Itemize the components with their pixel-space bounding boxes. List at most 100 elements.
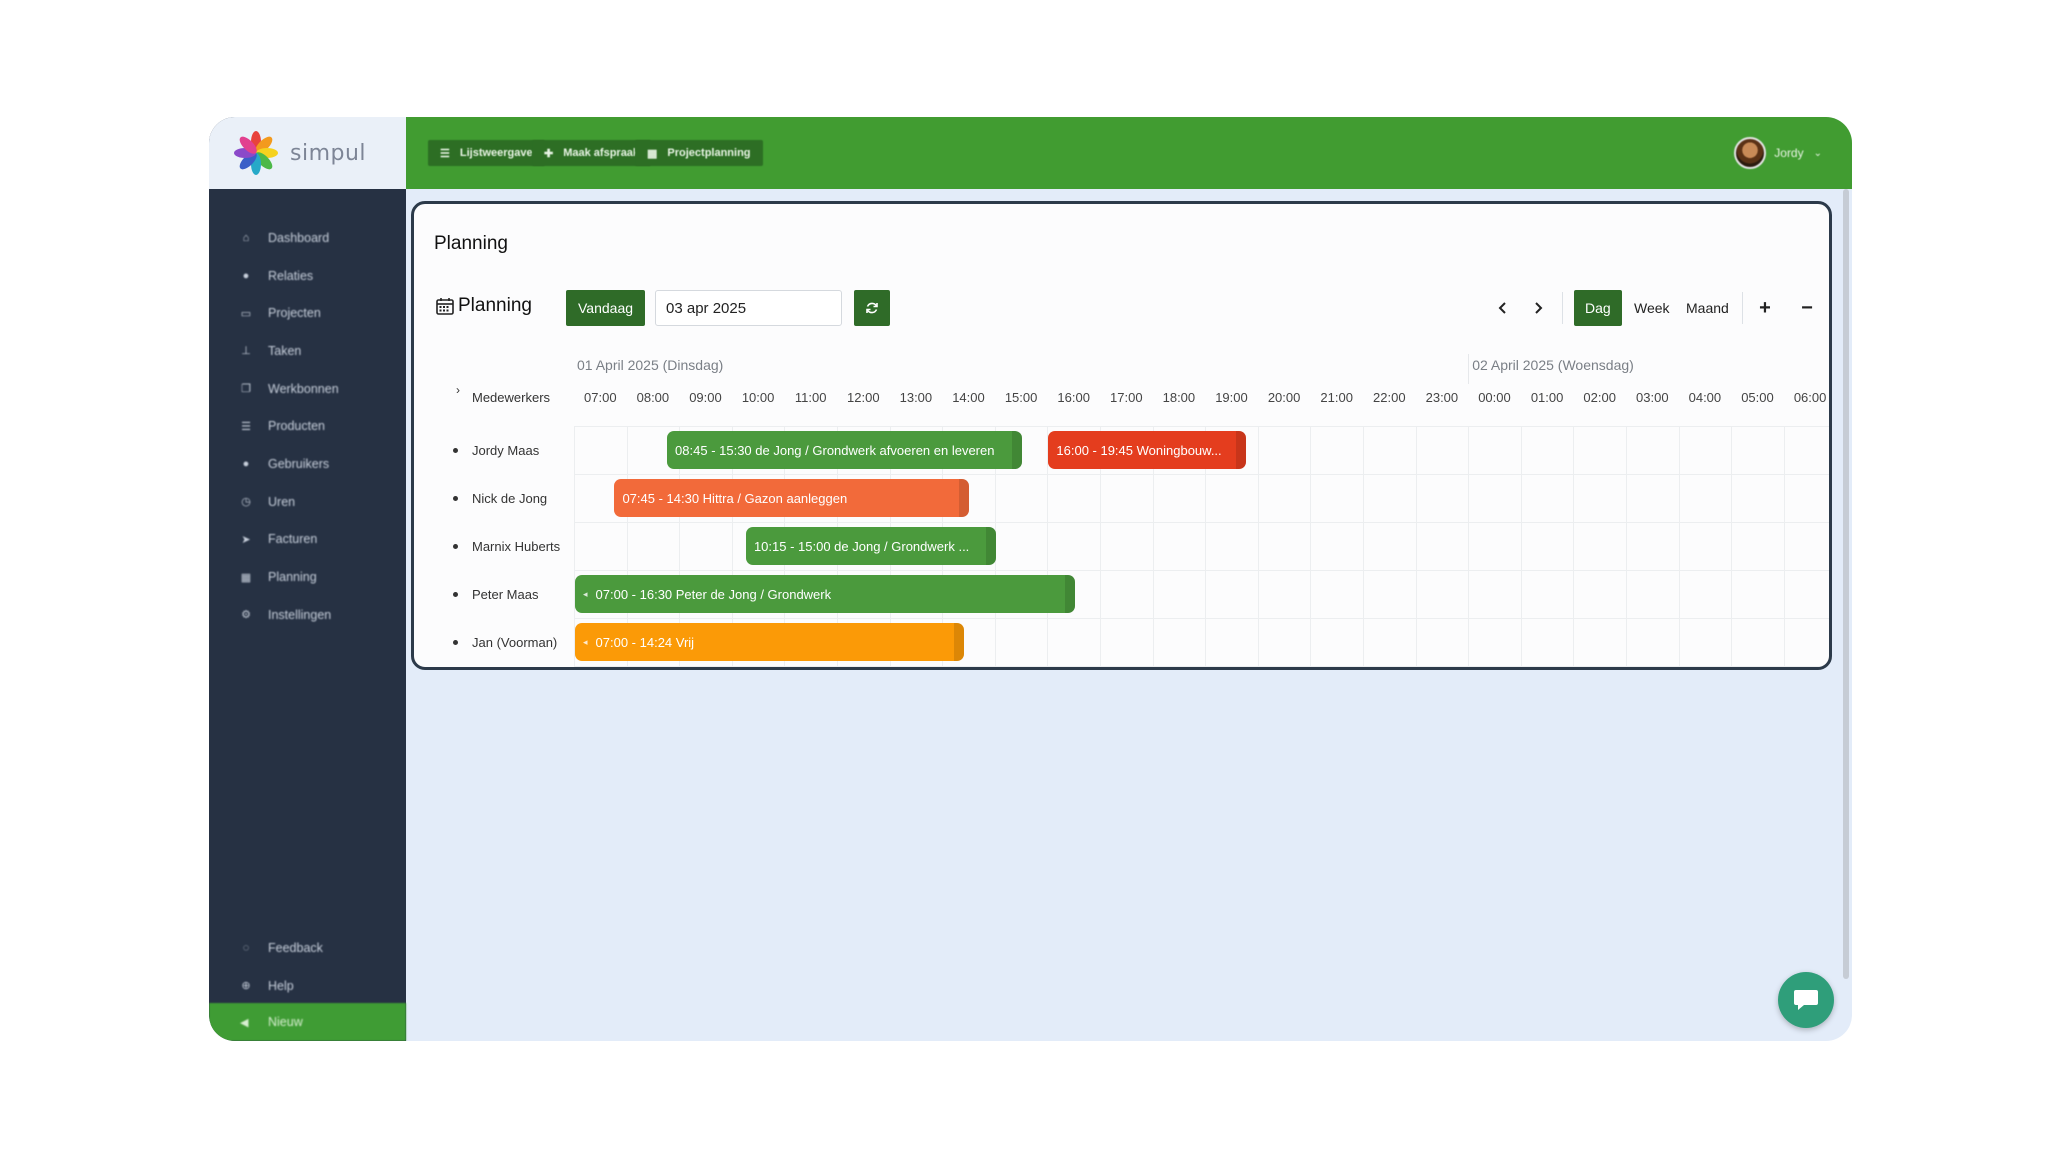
- sidebar-item-label: Feedback: [268, 940, 323, 955]
- sidebar-item-facturen[interactable]: ➤ Facturen: [209, 521, 406, 559]
- planning-event[interactable]: 10:15 - 15:00 de Jong / Grondwerk ...: [745, 527, 996, 565]
- resource-name: Nick de Jong: [472, 490, 548, 506]
- event-label: 16:00 - 19:45 Woningbouw...: [1056, 442, 1222, 458]
- chevron-down-icon: ⌄: [1813, 147, 1822, 159]
- resize-handle[interactable]: [959, 479, 970, 517]
- hour-label: 20:00: [1267, 390, 1301, 405]
- sidebar-item-taken[interactable]: ⊥ Taken: [209, 332, 406, 370]
- project-planning-label: Projectplanning: [667, 147, 751, 159]
- resize-handle[interactable]: [1235, 431, 1246, 469]
- hour-label: 22:00: [1373, 390, 1406, 405]
- planning-event[interactable]: 08:45 - 15:30 de Jong / Grondwerk afvoer…: [667, 431, 1023, 469]
- resize-handle[interactable]: [1064, 575, 1075, 613]
- event-label: 10:15 - 15:00 de Jong / Grondwerk ...: [753, 538, 970, 554]
- resource-row[interactable]: Jordy Maas: [434, 426, 574, 474]
- brand[interactable]: simpul: [209, 117, 406, 189]
- calendar-icon: ▦: [647, 147, 658, 160]
- plus-icon: +: [1759, 296, 1771, 319]
- grid-column-line: [1626, 426, 1627, 666]
- sidebar-item-werkbonnen[interactable]: ❐ Werkbonnen: [209, 370, 406, 408]
- page-title: Planning: [434, 233, 508, 254]
- grid-row-line: [574, 570, 1829, 571]
- resource-row[interactable]: Marnix Huberts: [434, 522, 574, 570]
- planning-event[interactable]: ◂ 07:00 - 16:30 Peter de Jong / Grondwerk: [575, 575, 1075, 613]
- event-label: 07:00 - 14:24 Vrij: [595, 634, 695, 650]
- new-appointment-button[interactable]: ✚ Maak afspraak: [532, 140, 652, 166]
- hour-label: 10:00: [741, 390, 775, 405]
- hour-label: 19:00: [1215, 390, 1248, 405]
- sidebar-item-label: Taken: [268, 343, 302, 358]
- list-view-button[interactable]: ☰ Lijstweergave: [428, 140, 545, 166]
- sidebar-item-gebruikers[interactable]: ● Gebruikers: [209, 445, 406, 483]
- clock-icon: ◷: [241, 496, 251, 509]
- grid-column-line: [1468, 426, 1470, 666]
- sidebar-item-help[interactable]: ⊕ Help: [209, 967, 406, 1005]
- sidebar-item-label: Help: [268, 978, 294, 993]
- grid-column-line: [1678, 426, 1680, 666]
- sidebar-item-label: Planning: [268, 570, 317, 585]
- bullet: [453, 495, 458, 501]
- resize-handle[interactable]: [954, 623, 965, 661]
- previous-button[interactable]: [1488, 290, 1518, 326]
- view-week-button[interactable]: Week: [1626, 290, 1678, 326]
- date-input[interactable]: [655, 290, 842, 326]
- gear-icon: ⚙: [241, 609, 251, 622]
- grid-row-line: [574, 426, 1829, 427]
- scrollbar[interactable]: [1843, 189, 1849, 979]
- copy-icon: ❐: [241, 383, 251, 396]
- sidebar-item-relaties[interactable]: ● Relaties: [209, 257, 406, 295]
- zoom-out-button[interactable]: −: [1792, 290, 1822, 326]
- chevron-left-icon: ◂: [583, 588, 588, 599]
- event-label: 08:45 - 15:30 de Jong / Grondwerk afvoer…: [675, 442, 995, 458]
- bullet: [453, 639, 458, 645]
- resource-header[interactable]: › Medewerkers: [434, 354, 554, 426]
- project-planning-button[interactable]: ▦ Projectplanning: [635, 140, 763, 166]
- bullet: [453, 591, 458, 597]
- sidebar-item-label: Facturen: [268, 532, 318, 547]
- refresh-button[interactable]: [854, 290, 890, 326]
- resource-row[interactable]: Nick de Jong: [434, 474, 574, 522]
- resize-handle[interactable]: [985, 527, 996, 565]
- grid-column-line: [1520, 426, 1522, 666]
- sidebar-item-planning[interactable]: ▦ Planning: [209, 558, 406, 596]
- sidebar-item-nieuw[interactable]: ◀ Nieuw: [209, 1003, 406, 1041]
- today-button[interactable]: Vandaag: [566, 290, 646, 326]
- sidebar-item-projecten[interactable]: ▭ Projecten: [209, 294, 406, 332]
- planning-event[interactable]: ◂ 07:00 - 14:24 Vrij: [575, 623, 965, 661]
- app-window: simpul ⌂ Dashboard ● Relaties ▭ Projecten ⊥…: [209, 117, 1852, 1041]
- chevron-right-icon: [1535, 302, 1543, 314]
- hour-label: 08:00: [636, 390, 670, 405]
- resource-list: Jordy Maas Nick de Jong Marnix Huberts Pete…: [434, 426, 574, 666]
- grid-column-line: [1731, 426, 1733, 666]
- divider: [1742, 292, 1743, 324]
- user-icon: ●: [242, 269, 250, 282]
- sidebar-bottom-nav: ◌ Feedback ⊕ Help: [209, 929, 406, 1004]
- resource-row[interactable]: Peter Maas: [434, 570, 574, 618]
- resource-row[interactable]: Jan (Voorman): [434, 618, 574, 666]
- planning-event[interactable]: 07:45 - 14:30 Hittra / Gazon aanleggen: [614, 479, 970, 517]
- calendar-toolbar: Planning Vandaag Dag Week Maand: [414, 288, 1829, 326]
- hour-label: 16:00: [1057, 390, 1090, 405]
- topbar: ☰ Lijstweergave ✚ Maak afspraak ▦ Projectpl…: [406, 117, 1852, 189]
- zoom-in-button[interactable]: +: [1750, 290, 1780, 326]
- user-menu[interactable]: Jordy ⌄: [1734, 135, 1822, 171]
- view-month-button[interactable]: Maand: [1678, 290, 1737, 326]
- sidebar-item-uren[interactable]: ◷ Uren: [209, 483, 406, 521]
- resize-handle[interactable]: [1012, 431, 1023, 469]
- next-button[interactable]: [1523, 290, 1553, 326]
- view-day-button[interactable]: Dag: [1574, 290, 1622, 326]
- planning-event[interactable]: 16:00 - 19:45 Woningbouw...: [1048, 431, 1246, 469]
- sidebar-item-instellingen[interactable]: ⚙ Instellingen: [209, 596, 406, 634]
- megaphone-icon: ◀: [240, 1016, 249, 1029]
- sidebar-item-dashboard[interactable]: ⌂ Dashboard: [209, 219, 406, 257]
- hour-label: 13:00: [899, 390, 933, 405]
- sidebar-item-feedback[interactable]: ◌ Feedback: [209, 929, 406, 967]
- grid-row-line: [574, 474, 1829, 475]
- event-label: 07:00 - 16:30 Peter de Jong / Grondwerk: [595, 586, 832, 602]
- bullet: [453, 543, 458, 549]
- sidebar-item-label: Gebruikers: [268, 456, 330, 471]
- chat-button[interactable]: [1778, 972, 1834, 1028]
- sidebar-item-producten[interactable]: ☰ Producten: [209, 407, 406, 445]
- minus-icon: −: [1801, 296, 1813, 319]
- list-icon: ☰: [440, 147, 450, 160]
